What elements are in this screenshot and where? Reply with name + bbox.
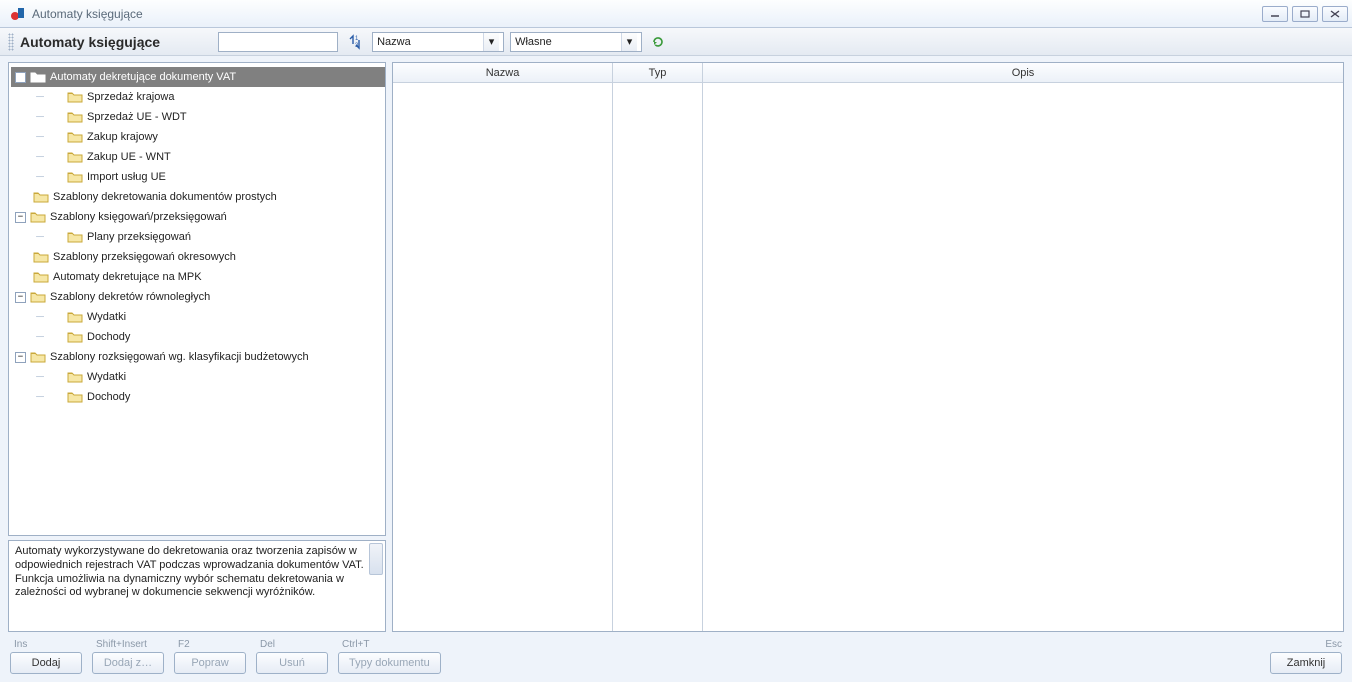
edit-button[interactable]: Popraw — [174, 652, 246, 674]
folder-icon — [67, 330, 83, 344]
tree-panel[interactable]: − Automaty dekretujące dokumenty VAT ─Sprz… — [8, 62, 386, 536]
folder-icon — [30, 210, 46, 224]
left-pane: − Automaty dekretujące dokumenty VAT ─Sprz… — [8, 62, 386, 632]
collapse-icon[interactable]: − — [15, 72, 26, 83]
add-button[interactable]: Dodaj — [10, 652, 82, 674]
tree-node-label: Dochody — [87, 391, 130, 403]
folder-icon — [30, 290, 46, 304]
tree-node[interactable]: ─Wydatki — [31, 307, 385, 327]
tree-node[interactable]: Szablony dekretowania dokumentów prostyc… — [11, 187, 385, 207]
folder-icon — [30, 350, 46, 364]
tree-node[interactable]: − Szablony dekretów równoległych — [11, 287, 385, 307]
folder-icon — [33, 270, 49, 284]
tree-node[interactable]: − Automaty dekretujące dokumenty VAT — [11, 67, 385, 87]
tree-node[interactable]: − Szablony rozksięgowań wg. klasyfikacji … — [11, 347, 385, 367]
close-button[interactable] — [1322, 6, 1348, 22]
description-panel: Automaty wykorzystywane do dekretowania … — [8, 540, 386, 632]
titlebar: Automaty księgujące — [0, 0, 1352, 28]
tree-node[interactable]: ─Wydatki — [31, 367, 385, 387]
shortcut-label: Del — [256, 639, 275, 650]
collapse-icon[interactable]: − — [15, 352, 26, 363]
maximize-button[interactable] — [1292, 6, 1318, 22]
tree-node-label: Dochody — [87, 331, 130, 343]
tree-node[interactable]: − Szablony księgowań/przeksięgowań — [11, 207, 385, 227]
tree-node-label: Wydatki — [87, 311, 126, 323]
grid-panel: Nazwa Typ Opis — [392, 62, 1344, 632]
tree-node-label: Wydatki — [87, 371, 126, 383]
main-area: − Automaty dekretujące dokumenty VAT ─Sprz… — [0, 56, 1352, 632]
collapse-icon[interactable]: − — [15, 212, 26, 223]
table-body[interactable] — [393, 83, 1343, 631]
folder-icon — [33, 250, 49, 264]
tree-node-label: Plany przeksięgowań — [87, 231, 191, 243]
folder-icon — [67, 370, 83, 384]
shortcut-label: Ctrl+T — [338, 639, 370, 650]
header-bar: Automaty księgujące 1 3 Nazwa ▾ Własne ▾ — [0, 28, 1352, 56]
tree-node-label: Zakup krajowy — [87, 131, 158, 143]
folder-icon — [67, 150, 83, 164]
app-icon — [10, 6, 26, 22]
close-dialog-button[interactable]: Zamknij — [1270, 652, 1342, 674]
folder-icon — [67, 310, 83, 324]
combo-value: Nazwa — [377, 36, 479, 48]
grip-icon — [8, 33, 14, 51]
folder-icon — [67, 230, 83, 244]
button-bar: Ins Dodaj Shift+Insert Dodaj z… F2 Popra… — [0, 632, 1352, 682]
folder-icon — [33, 190, 49, 204]
tree-node-label: Sprzedaż UE - WDT — [87, 111, 187, 123]
tree-node-label: Szablony dekretów równoległych — [50, 291, 210, 303]
tree-node-label: Szablony przeksięgowań okresowych — [53, 251, 236, 263]
tree-node-label: Automaty dekretujące na MPK — [53, 271, 202, 283]
description-text: Automaty wykorzystywane do dekretowania … — [15, 545, 364, 598]
tree-node-label: Automaty dekretujące dokumenty VAT — [50, 71, 236, 83]
tree-node[interactable]: ─Dochody — [31, 327, 385, 347]
tree-node[interactable]: ─Plany przeksięgowań — [31, 227, 385, 247]
sort-field-combo[interactable]: Nazwa ▾ — [372, 32, 504, 52]
folder-icon — [67, 170, 83, 184]
column-opis[interactable]: Opis — [703, 63, 1343, 82]
collapse-icon[interactable]: − — [15, 292, 26, 303]
minimize-button[interactable] — [1262, 6, 1288, 22]
tree-node-label: Szablony dekretowania dokumentów prostyc… — [53, 191, 277, 203]
search-input[interactable] — [218, 32, 338, 52]
tree-node[interactable]: ─Dochody — [31, 387, 385, 407]
tree-node-label: Zakup UE - WNT — [87, 151, 171, 163]
chevron-down-icon: ▾ — [483, 33, 499, 51]
tree-node-label: Szablony rozksięgowań wg. klasyfikacji b… — [50, 351, 309, 363]
tree-node[interactable]: Szablony przeksięgowań okresowych — [11, 247, 385, 267]
chevron-down-icon: ▾ — [621, 33, 637, 51]
column-nazwa[interactable]: Nazwa — [393, 63, 613, 82]
page-title: Automaty księgujące — [20, 34, 160, 50]
sort-button[interactable]: 1 3 — [344, 32, 366, 52]
folder-icon — [67, 90, 83, 104]
tree-node[interactable]: ─Sprzedaż krajowa — [31, 87, 385, 107]
tree-node[interactable]: ─Sprzedaż UE - WDT — [31, 107, 385, 127]
delete-button[interactable]: Usuń — [256, 652, 328, 674]
folder-icon — [67, 110, 83, 124]
folder-icon — [30, 70, 46, 84]
window-title: Automaty księgujące — [32, 7, 143, 21]
filter-combo[interactable]: Własne ▾ — [510, 32, 642, 52]
column-typ[interactable]: Typ — [613, 63, 703, 82]
add-from-button[interactable]: Dodaj z… — [92, 652, 164, 674]
shortcut-label: Ins — [10, 639, 27, 650]
tree-node-label: Import usług UE — [87, 171, 166, 183]
tree-node-label: Sprzedaż krajowa — [87, 91, 174, 103]
shortcut-label: Esc — [1321, 639, 1342, 650]
folder-icon — [67, 390, 83, 404]
table-header: Nazwa Typ Opis — [393, 63, 1343, 83]
tree-node[interactable]: Automaty dekretujące na MPK — [11, 267, 385, 287]
tree-node[interactable]: ─Import usług UE — [31, 167, 385, 187]
shortcut-label: F2 — [174, 639, 190, 650]
folder-icon — [67, 130, 83, 144]
tree-node[interactable]: ─Zakup UE - WNT — [31, 147, 385, 167]
refresh-icon[interactable] — [648, 32, 668, 52]
doc-types-button[interactable]: Typy dokumentu — [338, 652, 441, 674]
shortcut-label: Shift+Insert — [92, 639, 147, 650]
tree-node[interactable]: ─Zakup krajowy — [31, 127, 385, 147]
tree-node-label: Szablony księgowań/przeksięgowań — [50, 211, 227, 223]
combo-value: Własne — [515, 36, 617, 48]
